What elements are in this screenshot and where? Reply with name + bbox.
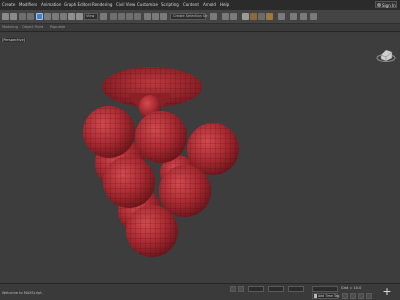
view-label: View (86, 14, 95, 18)
plus-icon[interactable]: + (382, 286, 392, 297)
percent-snap-icon[interactable] (126, 13, 133, 20)
schematic-view-icon[interactable] (230, 13, 237, 20)
reference-coordinate-dropdown[interactable]: View (84, 13, 98, 20)
lock-selection-icon[interactable] (230, 286, 236, 292)
render-frame-icon[interactable] (258, 13, 265, 20)
menu-bar: Create Modifiers Animation Graph Editors… (0, 0, 400, 10)
prev-frame-icon[interactable] (350, 293, 356, 299)
rect-selection-icon[interactable] (52, 13, 59, 20)
tab-modeling[interactable]: Modeling (2, 25, 18, 29)
material-editor-icon[interactable] (242, 13, 249, 20)
sign-in-label: Sign In (382, 3, 396, 8)
menu-animation[interactable]: Animation (41, 2, 61, 7)
menu-graph-editors[interactable]: Graph Editors (64, 2, 91, 7)
curve-editor-icon[interactable] (222, 13, 229, 20)
viewport-scene (83, 49, 396, 257)
unlink-icon[interactable] (27, 13, 34, 20)
select-by-name-icon[interactable] (44, 13, 51, 20)
pivot-icon[interactable] (100, 13, 107, 20)
y-coord-field[interactable] (268, 286, 284, 292)
menu-rendering[interactable]: Rendering (92, 2, 112, 7)
render-icon[interactable] (266, 13, 273, 20)
menu-content[interactable]: Content (183, 2, 199, 7)
link-icon[interactable] (19, 13, 26, 20)
grape-sphere (103, 156, 155, 208)
viewport-label[interactable]: [Perspective] (1, 38, 27, 42)
grape-sphere (126, 205, 178, 257)
user-icon (377, 3, 381, 7)
edit-named-selection-icon[interactable] (144, 13, 151, 20)
rotate-icon[interactable] (76, 13, 83, 20)
go-to-start-icon[interactable] (342, 293, 348, 299)
toolbar-extra-icon-2[interactable] (310, 13, 317, 20)
tab-populate[interactable]: Populate (50, 25, 65, 29)
mirror-icon[interactable] (152, 13, 159, 20)
grid-value: Grid = 10.0 (341, 286, 362, 290)
redo-icon[interactable] (10, 13, 17, 20)
main-toolbar: View Create Selection Se (0, 10, 400, 24)
grape-sphere (83, 106, 135, 158)
next-frame-icon[interactable] (366, 293, 372, 299)
move-icon[interactable] (68, 13, 75, 20)
layer-explorer-icon[interactable] (210, 13, 217, 20)
x-coord-field[interactable] (248, 286, 264, 292)
snap-toggle-icon[interactable] (110, 13, 117, 20)
selection-set-dropdown[interactable]: Create Selection Se (170, 13, 208, 20)
menu-scripting[interactable]: Scripting (161, 2, 179, 7)
select-object-icon[interactable] (36, 13, 43, 20)
status-bar: Welcome to MAXScript. Grid = 10.0 Add Ti… (0, 283, 400, 300)
menu-customize[interactable]: Customize (137, 2, 158, 7)
tab-object-paint[interactable]: Object Paint (22, 25, 43, 29)
viewcube-icon[interactable] (376, 49, 396, 62)
maxscript-status[interactable]: Welcome to MAXScript. (2, 291, 43, 295)
sign-in-button[interactable]: Sign In (375, 1, 397, 8)
arnold-icon[interactable] (278, 13, 285, 20)
add-time-tag-label: Add Time Tag (318, 294, 340, 298)
menu-create[interactable]: Create (2, 2, 15, 7)
spinner-snap-icon[interactable] (134, 13, 141, 20)
toolbar-extra-icon[interactable] (300, 13, 307, 20)
menu-arnold[interactable]: Arnold (203, 2, 216, 7)
selection-set-placeholder: Create Selection Se (173, 14, 208, 18)
media-icon[interactable] (290, 13, 297, 20)
perspective-viewport[interactable]: [Perspective] (0, 33, 400, 283)
render-setup-icon[interactable] (250, 13, 257, 20)
align-icon[interactable] (160, 13, 167, 20)
play-icon[interactable] (358, 293, 364, 299)
abs-rel-icon[interactable] (238, 286, 244, 292)
grape-sphere (135, 111, 187, 163)
menu-modifiers[interactable]: Modifiers (19, 2, 37, 7)
ribbon: Modeling Object Paint Populate (0, 24, 400, 32)
angle-snap-icon[interactable] (118, 13, 125, 20)
coordinate-box[interactable] (312, 286, 338, 292)
grape-sphere (159, 165, 211, 217)
window-crossing-icon[interactable] (60, 13, 67, 20)
undo-icon[interactable] (2, 13, 9, 20)
z-coord-field[interactable] (288, 286, 304, 292)
menu-civil-view[interactable]: Civil View (116, 2, 135, 7)
key-icon[interactable] (314, 294, 317, 298)
menu-help[interactable]: Help (220, 2, 229, 7)
